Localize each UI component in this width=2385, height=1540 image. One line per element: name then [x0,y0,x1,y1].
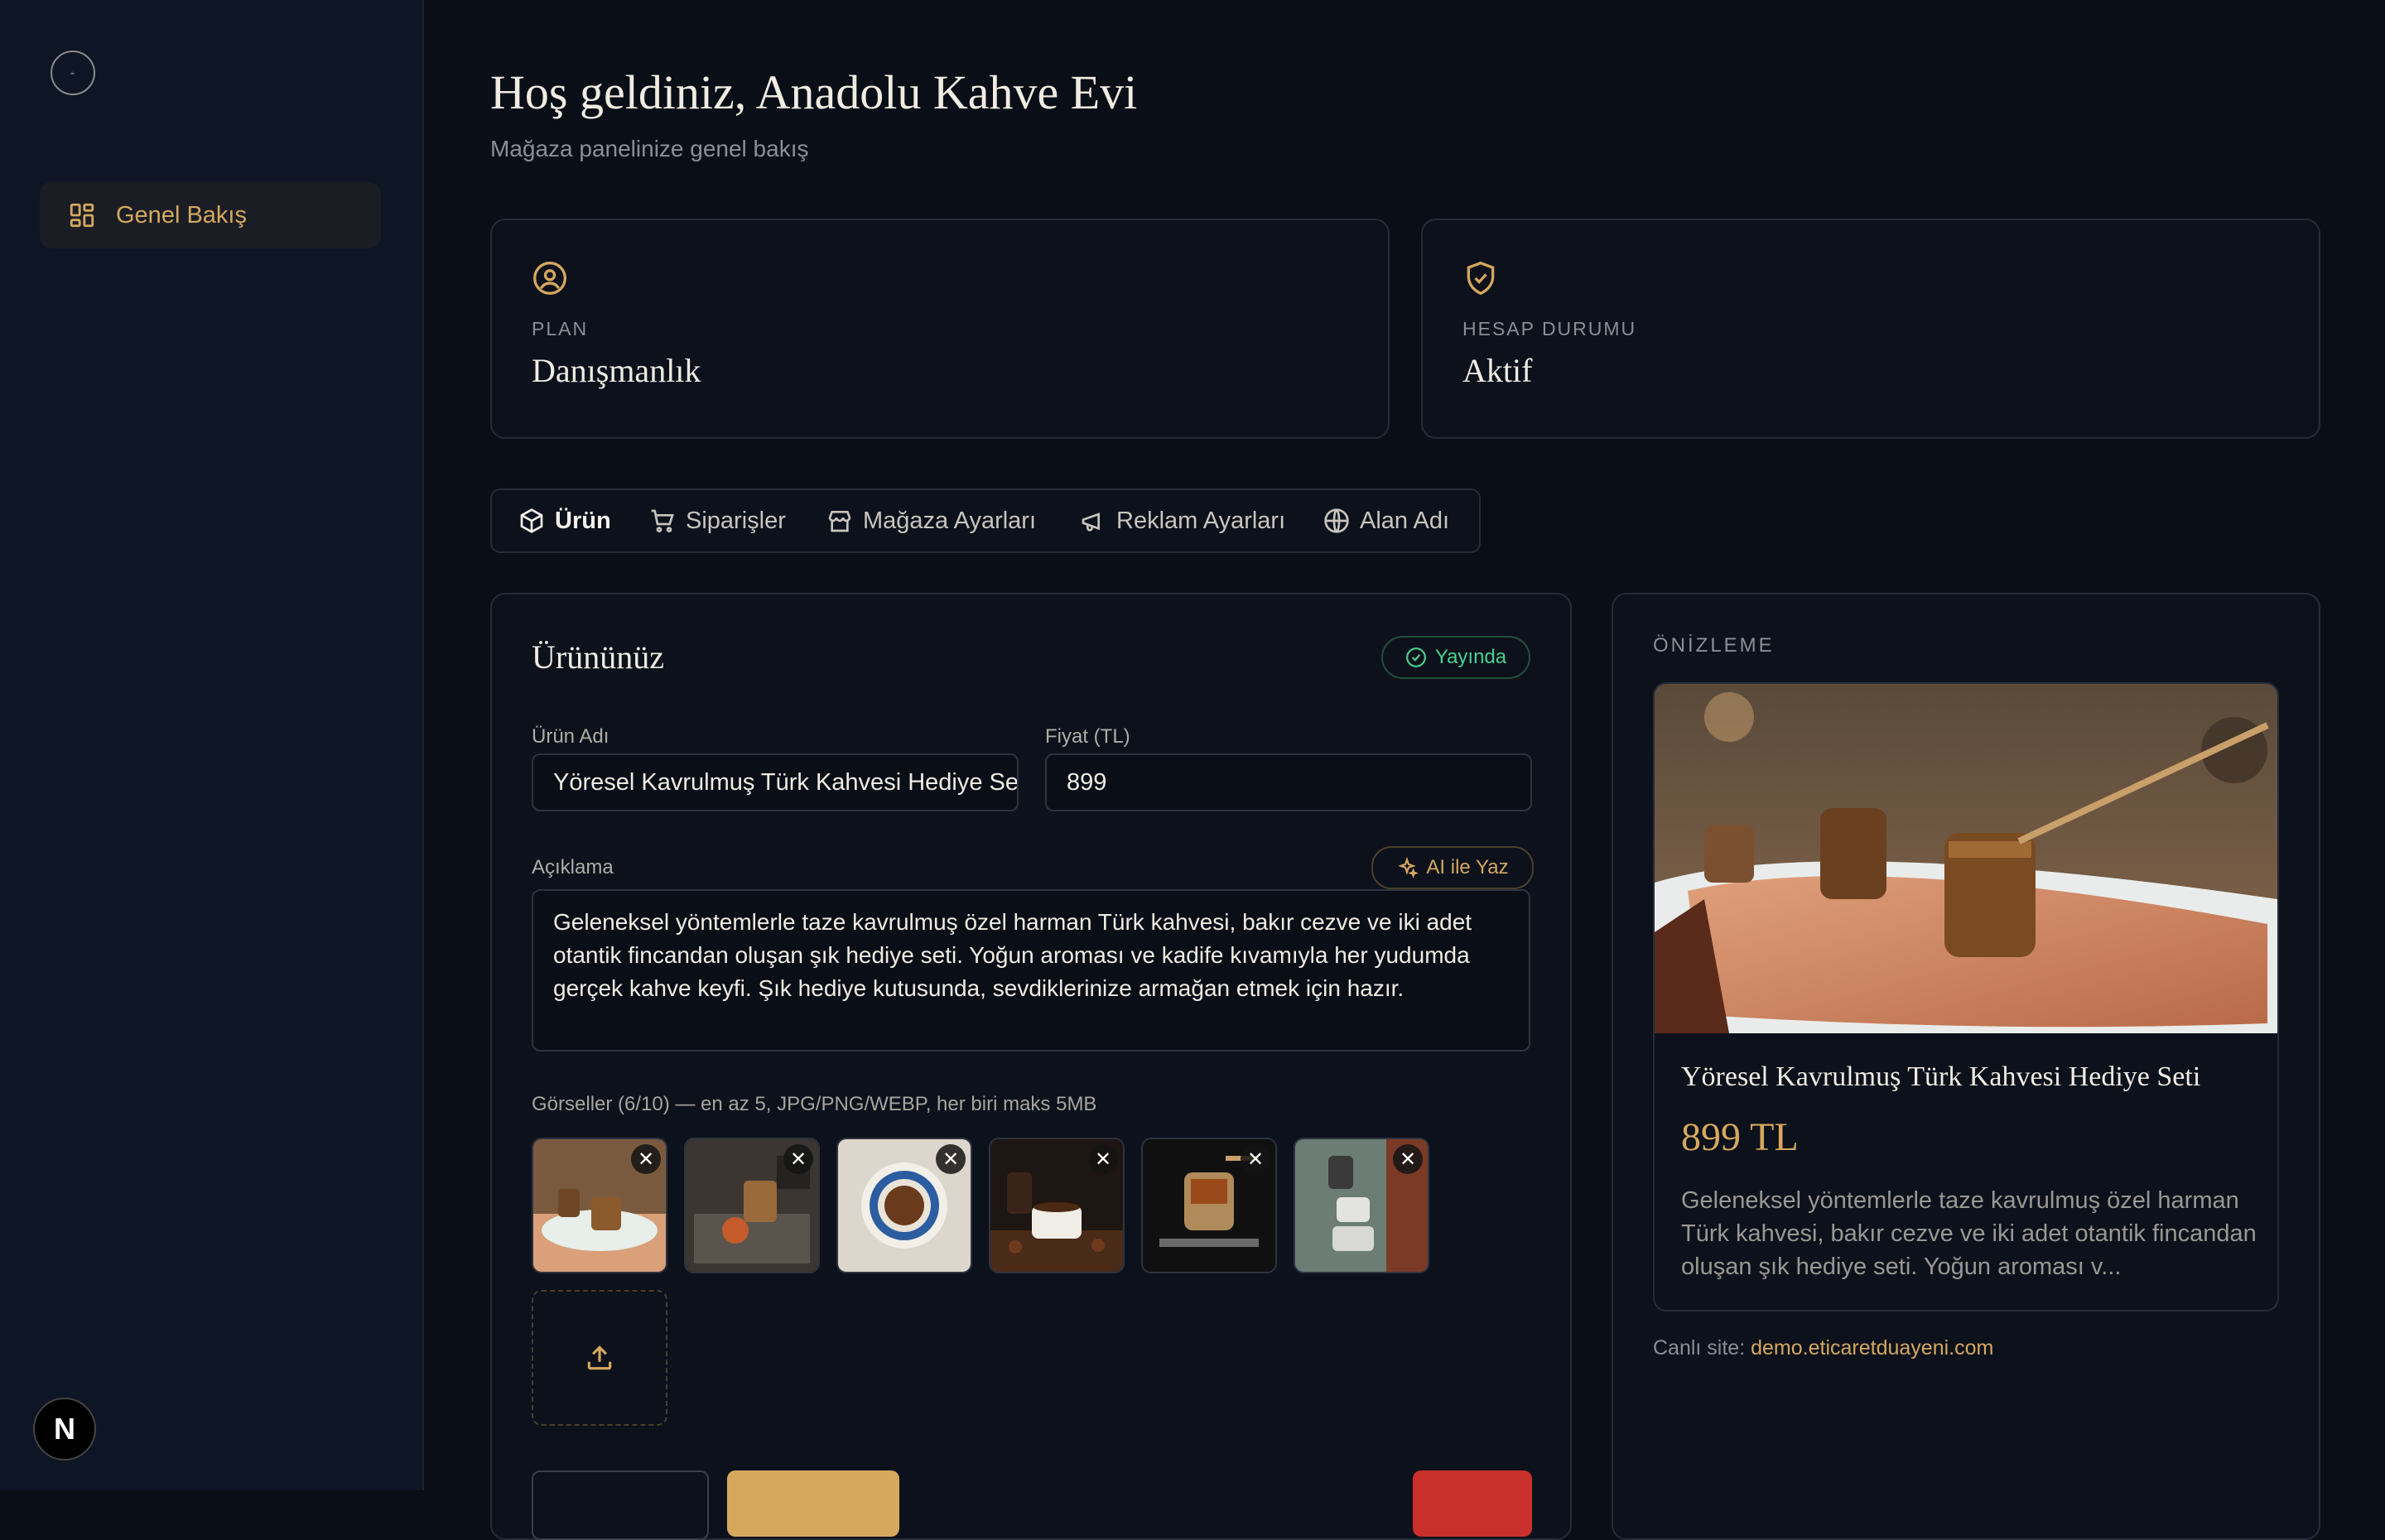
shield-check-icon [1467,261,1495,296]
cart-icon [651,509,674,532]
tab-ad-settings-label: Reklam Ayarları [1116,507,1286,534]
megaphone-icon [1082,513,1100,532]
remove-image-button[interactable]: ✕ [1088,1144,1118,1174]
live-site-link[interactable]: demo.eticaretduayeni.com [1751,1336,1993,1360]
tab-domain-label: Alan Adı [1360,507,1450,534]
tab-product[interactable]: Ürün [518,490,611,551]
status-badge: Yayında [1381,636,1530,679]
brand-logo[interactable]: ☕ [51,51,95,95]
preview-panel: ÖNİZLEME Yöresel Kavrulmuş Türk Kahvesi … [1612,593,2320,1540]
tab-domain[interactable]: Alan Adı [1323,490,1449,551]
tab-store-settings[interactable]: Mağaza Ayarları [826,490,1036,551]
tab-orders[interactable]: Siparişler [649,490,786,551]
preview-product-price: 899 TL [1681,1115,1799,1159]
description-textarea[interactable]: Geleneksel yöntemlerle taze kavrulmuş öz… [532,889,1530,1052]
ai-write-button[interactable]: AI ile Yaz [1371,846,1534,889]
product-preview-card[interactable]: Yöresel Kavrulmuş Türk Kahvesi Hediye Se… [1653,682,2279,1311]
remove-image-button[interactable]: ✕ [631,1144,661,1174]
tab-bar: Ürün Siparişler Mağaza Ayarları Reklam A… [490,488,1481,553]
description-label: Açıklama [532,856,614,878]
tab-product-label: Ürün [555,507,611,534]
account-status-label: HESAP DURUMU [1462,318,1637,339]
product-image-thumb[interactable]: ✕ [1294,1138,1429,1273]
remove-image-button[interactable]: ✕ [1241,1144,1270,1174]
save-button[interactable] [727,1470,899,1537]
product-name-input[interactable]: Yöresel Kavrulmuş Türk Kahvesi Hediye Se… [532,753,1019,811]
globe-icon [1324,508,1349,533]
plan-value: Danışmanlık [532,352,701,389]
store-icon [828,511,851,532]
status-badge-label: Yayında [1434,646,1507,668]
product-section-title: Ürününüz [532,638,664,676]
sidebar: ☕ Genel Bakış N [0,0,424,1490]
product-name-label: Ürün Adı [532,725,610,748]
plan-label: PLAN [532,318,589,339]
product-image-thumb[interactable]: ✕ [836,1138,972,1273]
price-input[interactable]: 899 [1045,753,1532,811]
check-circle-icon [1405,647,1426,667]
images-label: Görseller (6/10) — en az 5, JPG/PNG/WEBP… [532,1093,1097,1115]
upload-image-button[interactable] [532,1290,667,1426]
sparkles-icon [1398,857,1419,878]
page-title: Hoş geldiniz, Anadolu Kahve Evi [490,65,1138,119]
preview-product-description: Geleneksel yöntemlerle taze kavrulmuş öz… [1681,1187,2257,1280]
preview-product-image [1655,684,2277,1033]
remove-image-button[interactable]: ✕ [783,1144,813,1174]
product-image-thumb[interactable]: ✕ [532,1138,667,1273]
sidebar-item-label: Genel Bakış [116,201,247,229]
product-form-card: Ürününüz Yayında Ürün Adı Yöresel Kavrul… [490,593,1572,1540]
tab-store-settings-label: Mağaza Ayarları [863,507,1037,534]
preview-product-name: Yöresel Kavrulmuş Türk Kahvesi Hediye Se… [1681,1061,2201,1092]
account-status-card: HESAP DURUMU Aktif [1421,219,2320,439]
product-image-thumb[interactable]: ✕ [684,1138,820,1273]
secondary-action-button[interactable] [532,1470,709,1540]
dashboard-icon [70,203,94,228]
tab-ad-settings[interactable]: Reklam Ayarları [1080,490,1285,551]
price-label: Fiyat (TL) [1045,725,1130,748]
plan-card: PLAN Danışmanlık [490,219,1390,439]
framework-badge[interactable]: N [33,1398,96,1461]
preview-label: ÖNİZLEME [1653,634,1775,657]
sidebar-item-overview[interactable]: Genel Bakış [40,182,381,248]
product-image-thumb[interactable]: ✕ [1141,1138,1277,1273]
remove-image-button[interactable]: ✕ [1393,1144,1423,1174]
live-site-label: Canlı site: [1653,1336,1746,1360]
live-site-line: Canlı site: demo.eticaretduayeni.com [1653,1336,1993,1360]
ai-write-label: AI ile Yaz [1426,856,1509,878]
tab-orders-label: Siparişler [686,507,786,534]
upload-icon [587,1345,612,1370]
page-subtitle: Mağaza panelinize genel bakış [490,136,809,161]
product-image-thumb[interactable]: ✕ [989,1138,1125,1273]
remove-image-button[interactable]: ✕ [936,1144,966,1174]
account-status-value: Aktif [1462,352,1533,389]
user-circle-icon [533,262,566,295]
package-icon [520,508,543,533]
delete-button[interactable] [1413,1470,1532,1537]
